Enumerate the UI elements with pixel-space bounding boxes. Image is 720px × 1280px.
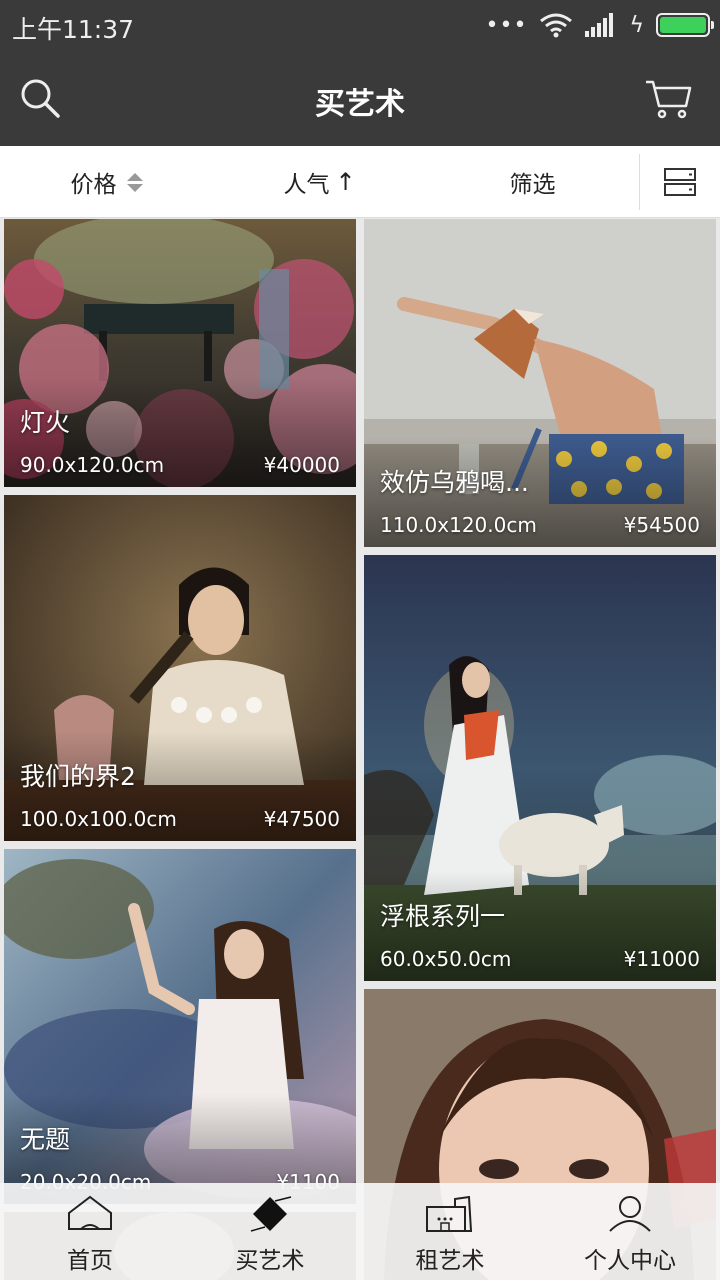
artwork-title: 浮根系列一 (380, 902, 506, 931)
filter-bar: 价格 人气 ↑ 筛选 (0, 146, 720, 218)
artwork-title: 效仿乌鸦喝... (380, 468, 529, 497)
artwork-size: 100.0x100.0cm (20, 807, 177, 831)
artwork-size: 90.0x120.0cm (20, 453, 165, 477)
sort-price-label: 价格 (70, 172, 117, 198)
nav-home-label: 首页 (67, 1248, 113, 1274)
nav-buy-art[interactable]: 买艺术 (180, 1183, 360, 1280)
filter-divider (639, 154, 640, 210)
sort-popularity-button[interactable]: 人气 ↑ (213, 146, 426, 218)
sort-toggle-icon (126, 172, 143, 192)
wifi-icon (540, 13, 573, 38)
filter-button[interactable]: 筛选 (426, 146, 639, 218)
artwork-price: ¥54500 (623, 513, 700, 537)
artwork-title: 我们的界2 (20, 762, 136, 791)
artwork-card[interactable]: 我们的界2 100.0x100.0cm ¥47500 (4, 495, 356, 841)
buy-art-icon (250, 1196, 292, 1232)
list-layout-icon[interactable] (664, 168, 696, 196)
sort-popularity-label: 人气 (283, 172, 330, 198)
nav-buy-art-label: 买艺术 (235, 1248, 305, 1274)
artwork-price: ¥40000 (263, 453, 340, 477)
notification-dots: ••• (485, 12, 528, 38)
bottom-navigation: 首页 买艺术 租艺术 个人中心 (0, 1183, 720, 1280)
signal-icon (585, 13, 614, 37)
status-icons: ••• ϟ (485, 10, 714, 40)
artwork-size: 60.0x50.0cm (380, 947, 512, 971)
status-time: 上午11:37 (12, 15, 135, 44)
artwork-card[interactable]: 灯火 90.0x120.0cm ¥40000 (4, 219, 356, 487)
nav-home[interactable]: 首页 (0, 1183, 180, 1280)
charging-icon: ϟ (629, 12, 644, 38)
arrow-up-icon: ↑ (335, 168, 356, 196)
artwork-price: ¥11000 (623, 947, 700, 971)
app-bar: 买艺术 (0, 52, 720, 146)
battery-level (660, 17, 706, 33)
page-title: 买艺术 (315, 87, 405, 122)
artwork-card[interactable]: 无题 20.0x20.0cm ¥1100 (4, 849, 356, 1204)
artwork-size: 110.0x120.0cm (380, 513, 537, 537)
nav-rent-art[interactable]: 租艺术 (360, 1183, 540, 1280)
filter-label: 筛选 (509, 172, 556, 198)
artwork-title: 无题 (20, 1125, 71, 1154)
artwork-card[interactable]: 效仿乌鸦喝... 110.0x120.0cm ¥54500 (364, 219, 716, 547)
profile-icon (609, 1196, 651, 1232)
rent-art-icon (426, 1195, 473, 1232)
artwork-price: ¥47500 (263, 807, 340, 831)
nav-profile[interactable]: 个人中心 (540, 1183, 720, 1280)
home-icon (68, 1195, 112, 1230)
cart-icon[interactable] (644, 78, 692, 120)
nav-rent-art-label: 租艺术 (415, 1248, 485, 1274)
artwork-title: 灯火 (20, 408, 71, 437)
status-bar: 上午11:37 ••• ϟ (0, 0, 720, 52)
artwork-card[interactable]: 浮根系列一 60.0x50.0cm ¥11000 (364, 555, 716, 981)
battery-icon (656, 13, 714, 37)
sort-price-button[interactable]: 价格 (0, 146, 213, 218)
nav-profile-label: 个人中心 (584, 1248, 676, 1274)
